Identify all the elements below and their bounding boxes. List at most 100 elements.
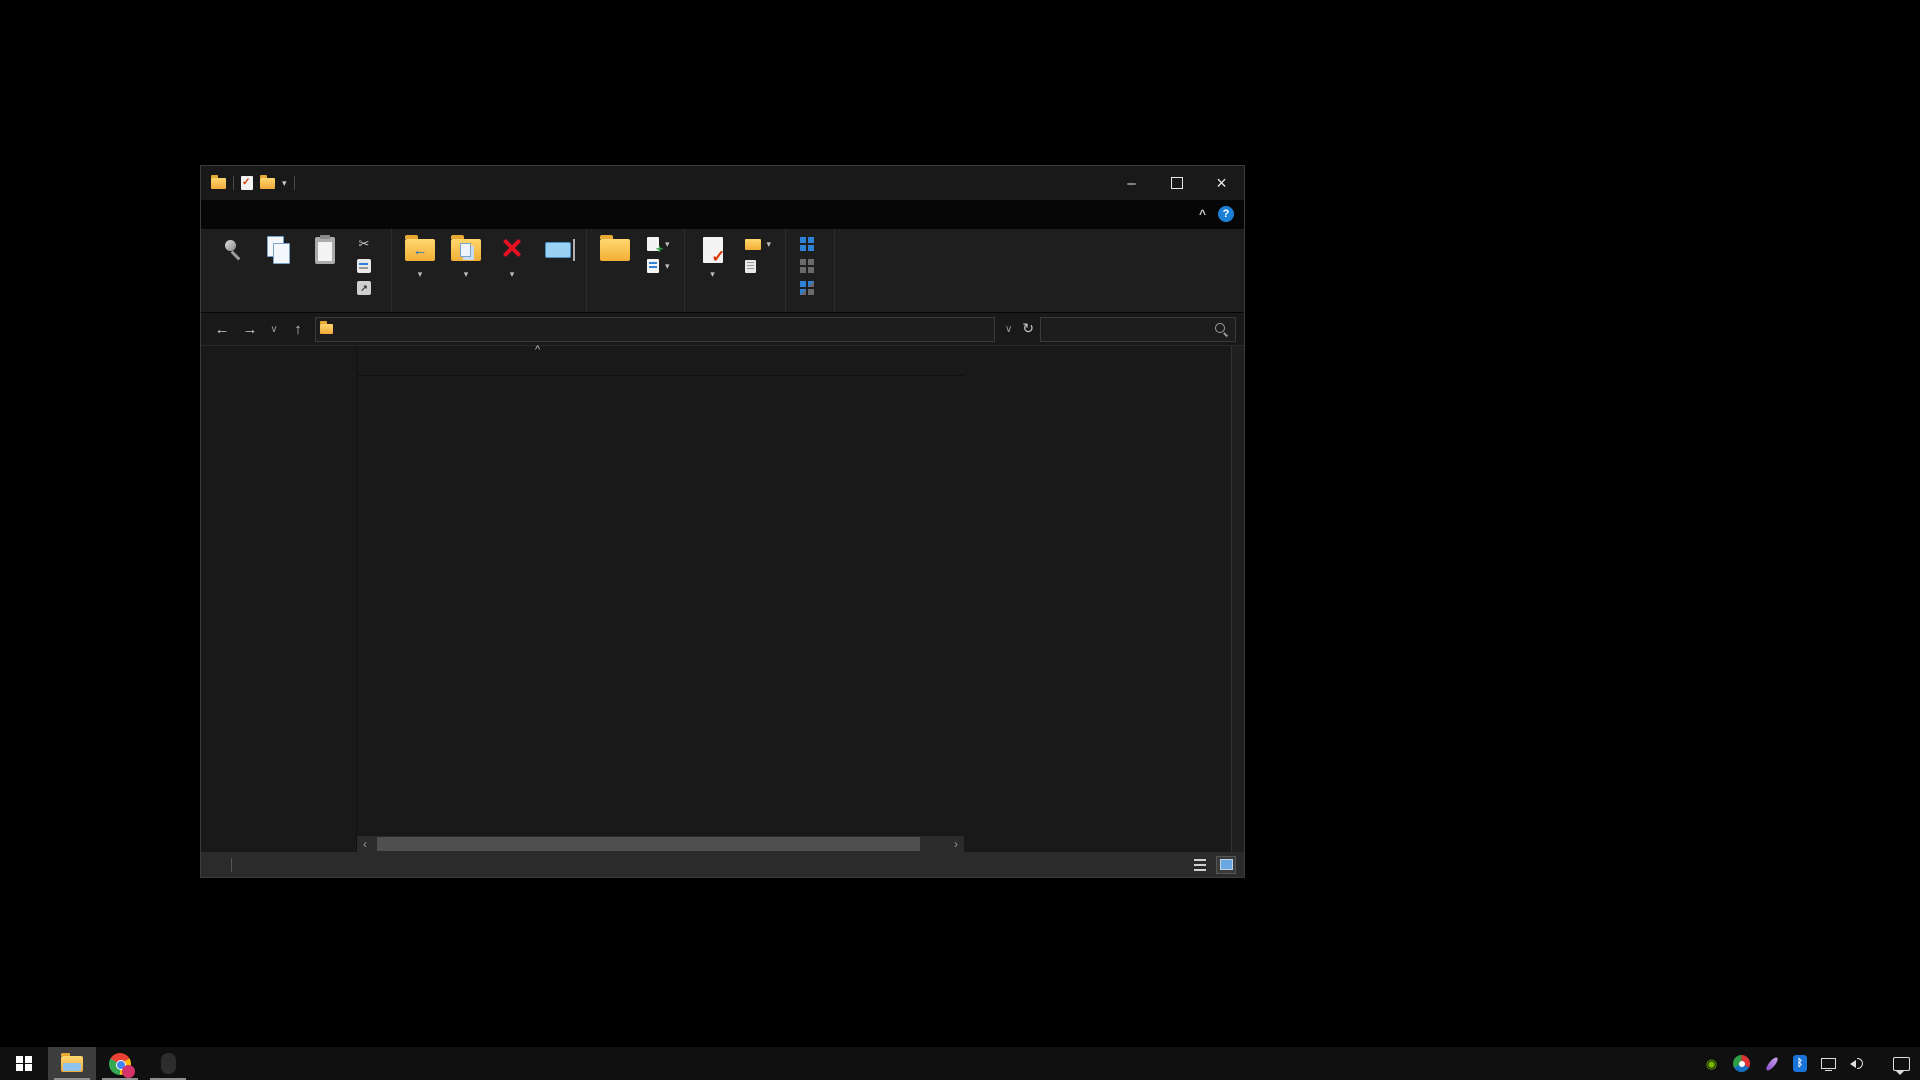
cut-button[interactable] [353, 234, 381, 254]
select-all-button[interactable] [796, 234, 824, 254]
ribbon [201, 229, 1244, 313]
action-center-icon[interactable] [1893, 1057, 1910, 1071]
quick-access-toolbar: ▾ [201, 176, 295, 190]
paste-button[interactable] [303, 232, 347, 271]
taskbar-file-explorer[interactable] [48, 1047, 96, 1080]
open-icon [745, 239, 761, 250]
edit-button[interactable] [741, 256, 776, 276]
ribbon-group-organize [392, 229, 587, 312]
taskbar-chrome[interactable] [96, 1047, 144, 1080]
invert-selection-button[interactable] [796, 278, 824, 298]
navigation-pane [201, 346, 356, 852]
horizontal-scrollbar[interactable]: ‹ › [357, 836, 964, 852]
pin-icon [221, 237, 245, 263]
thumbnails-view-button[interactable] [1216, 856, 1236, 874]
edit-icon [745, 260, 756, 273]
copy-button[interactable] [257, 232, 301, 271]
column-headers: ^ [357, 346, 964, 376]
move-to-button[interactable] [398, 232, 442, 284]
scroll-right-icon[interactable]: › [948, 836, 964, 852]
paste-icon [315, 237, 335, 264]
minimize-button[interactable] [1109, 166, 1154, 200]
network-icon[interactable] [1820, 1055, 1837, 1072]
taskbar-autoclicker[interactable] [144, 1047, 192, 1080]
back-button[interactable]: ← [211, 321, 233, 338]
nvidia-tray-icon[interactable] [1703, 1055, 1720, 1072]
feather-tray-icon[interactable] [1763, 1055, 1780, 1072]
paste-shortcut-button[interactable] [353, 278, 381, 298]
rename-button[interactable] [536, 232, 580, 271]
refresh-icon[interactable] [1022, 320, 1034, 338]
color-wheel-tray-icon[interactable] [1733, 1055, 1750, 1072]
close-button[interactable] [1199, 166, 1244, 200]
address-bar: ← → ∨ ↑ ∨ [201, 313, 1244, 346]
scrollbar-thumb[interactable] [377, 837, 920, 851]
move-to-icon [405, 239, 435, 261]
chrome-profile-badge [122, 1065, 135, 1078]
up-button[interactable]: ↑ [287, 321, 309, 338]
rename-icon [545, 242, 571, 258]
select-all-icon [800, 237, 814, 251]
recent-locations-chevron-icon[interactable]: ∨ [267, 324, 281, 335]
help-icon[interactable]: ? [1218, 206, 1234, 222]
bluetooth-icon[interactable]: ᛒ [1793, 1055, 1807, 1072]
chrome-icon [109, 1053, 131, 1075]
folder-icon[interactable] [211, 178, 226, 189]
cut-icon [357, 237, 371, 251]
pin-to-quick-access-button[interactable] [211, 232, 255, 271]
easy-access-button[interactable] [643, 256, 674, 276]
invert-selection-icon [800, 281, 814, 295]
search-box [1040, 317, 1236, 342]
copy-path-button[interactable] [353, 256, 381, 276]
mouse-icon [161, 1053, 176, 1074]
preview-pane [964, 346, 1244, 852]
new-folder-button[interactable] [593, 232, 637, 271]
system-tray: ᛒ [1703, 1047, 1920, 1080]
maximize-button[interactable] [1154, 166, 1199, 200]
thumbnails-view-icon [1220, 859, 1233, 870]
paste-shortcut-icon [357, 281, 371, 295]
details-view-icon [1194, 859, 1206, 871]
copy-to-button[interactable] [444, 232, 488, 284]
new-folder-icon [600, 239, 630, 261]
details-view-button[interactable] [1190, 856, 1210, 874]
scroll-left-icon[interactable]: ‹ [357, 836, 373, 852]
properties-button[interactable] [691, 232, 735, 284]
forward-button[interactable]: → [239, 321, 261, 338]
delete-button[interactable] [490, 232, 534, 284]
ribbon-tabs: ^ ? [201, 200, 1244, 229]
ribbon-group-open [685, 229, 787, 312]
file-list-pane: ^ ‹ › [356, 346, 964, 852]
properties-quick-icon[interactable] [241, 176, 253, 190]
copy-icon [267, 236, 291, 264]
delete-icon [501, 235, 522, 265]
search-input[interactable] [1047, 322, 1214, 336]
new-folder-quick-icon[interactable] [260, 178, 275, 189]
new-item-icon [647, 237, 659, 251]
properties-icon [703, 237, 723, 263]
file-explorer-icon [61, 1056, 83, 1072]
preview-scroll-strip[interactable] [1231, 346, 1244, 852]
ribbon-group-select [786, 229, 835, 312]
copy-path-icon [357, 259, 371, 273]
volume-icon[interactable] [1850, 1055, 1867, 1072]
location-folder-icon [320, 324, 333, 334]
breadcrumb[interactable] [315, 317, 995, 342]
sort-ascending-icon: ^ [535, 344, 540, 356]
search-icon[interactable] [1214, 322, 1229, 337]
start-button[interactable] [0, 1047, 48, 1080]
status-bar [201, 852, 1244, 877]
collapse-ribbon-icon[interactable]: ^ [1199, 207, 1206, 221]
taskbar: ᛒ [0, 1047, 1920, 1080]
new-item-button[interactable] [643, 234, 674, 254]
select-none-button[interactable] [796, 256, 824, 276]
title-bar[interactable]: ▾ [201, 166, 1244, 200]
open-button[interactable] [741, 234, 776, 254]
customize-qat-chevron-icon[interactable]: ▾ [282, 178, 287, 189]
address-dropdown-chevron-icon[interactable]: ∨ [1001, 324, 1016, 335]
select-none-icon [800, 259, 814, 273]
ribbon-group-clipboard [205, 229, 392, 312]
file-explorer-window: ▾ ^ ? [200, 165, 1245, 878]
windows-logo-icon [16, 1056, 32, 1072]
copy-to-icon [451, 239, 481, 261]
